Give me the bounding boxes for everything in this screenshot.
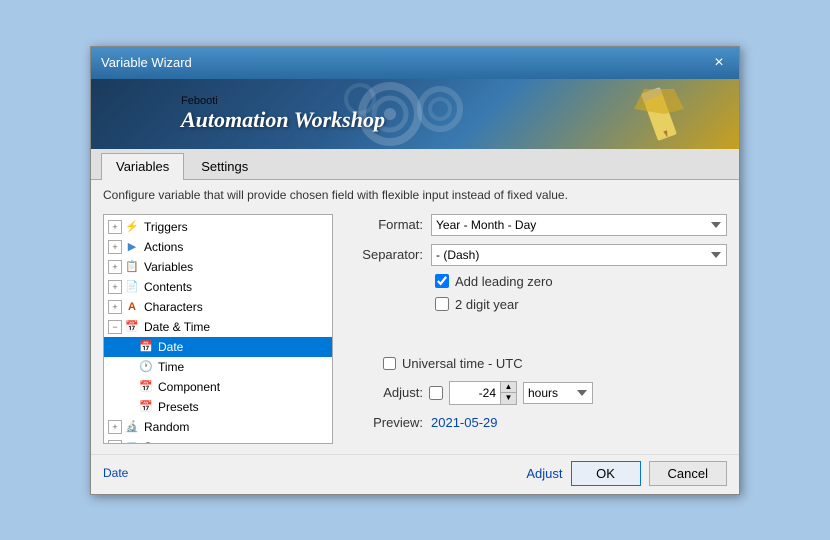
tree-item-presets[interactable]: 📅 Presets	[104, 397, 332, 417]
separator-label: Separator:	[343, 247, 423, 262]
tree-label-random: Random	[144, 420, 189, 434]
expand-presets	[122, 400, 136, 414]
preview-value: 2021-05-29	[431, 415, 498, 430]
expand-contents[interactable]: +	[108, 280, 122, 294]
tab-variables[interactable]: Variables	[101, 153, 184, 180]
title-bar: Variable Wizard ×	[91, 47, 739, 79]
universal-time-label[interactable]: Universal time - UTC	[402, 356, 523, 371]
tree-item-random[interactable]: + 🔬 Random	[104, 417, 332, 437]
cancel-button[interactable]: Cancel	[649, 461, 727, 486]
adjust-row: Adjust: ▲ ▼ hours minutes seconds	[343, 381, 727, 405]
description-text: Configure variable that will provide cho…	[91, 180, 739, 208]
dialog-title: Variable Wizard	[101, 55, 192, 70]
expand-date	[122, 340, 136, 354]
tree-label-triggers: Triggers	[144, 220, 188, 234]
tree-label-actions: Actions	[144, 240, 183, 254]
tree-label-characters: Characters	[144, 300, 203, 314]
two-digit-year-row: 2 digit year	[343, 297, 727, 312]
random-icon: 🔬	[124, 419, 140, 435]
variables-icon: 📋	[124, 259, 140, 275]
spinner-up-button[interactable]: ▲	[500, 382, 516, 393]
expand-system[interactable]: +	[108, 440, 122, 443]
adjust-spinner: ▲ ▼	[449, 381, 517, 405]
tree-item-contents[interactable]: + 📄 Contents	[104, 277, 332, 297]
bottom-left-label: Date	[103, 466, 128, 480]
tree-item-time[interactable]: 🕐 Time	[104, 357, 332, 377]
variable-wizard-dialog: Variable Wizard × Febooti Automation Wor…	[90, 46, 740, 495]
tabs-bar: Variables Settings	[91, 149, 739, 180]
add-leading-zero-label[interactable]: Add leading zero	[455, 274, 553, 289]
content-area: + ⚡ Triggers + ▶ Actions + 📋 Variables +…	[91, 208, 739, 450]
expand-random[interactable]: +	[108, 420, 122, 434]
tree-panel[interactable]: + ⚡ Triggers + ▶ Actions + 📋 Variables +…	[103, 214, 333, 444]
add-leading-zero-checkbox[interactable]	[435, 274, 449, 288]
universal-time-row: Universal time - UTC	[343, 356, 727, 371]
date-icon: 📅	[138, 339, 154, 355]
tree-label-system: System	[144, 440, 184, 443]
banner: Febooti Automation Workshop	[91, 79, 739, 149]
expand-time	[122, 360, 136, 374]
tree-label-variables: Variables	[144, 260, 193, 274]
add-leading-zero-row: Add leading zero	[343, 274, 727, 289]
brand-name: Febooti	[181, 95, 385, 107]
tree-scroll[interactable]: + ⚡ Triggers + ▶ Actions + 📋 Variables +…	[104, 215, 332, 443]
tree-item-date[interactable]: 📅 Date	[104, 337, 332, 357]
spinner-buttons: ▲ ▼	[500, 382, 516, 404]
expand-datetime[interactable]: −	[108, 320, 122, 334]
contents-icon: 📄	[124, 279, 140, 295]
tree-item-characters[interactable]: + A Characters	[104, 297, 332, 317]
datetime-icon: 📅	[124, 319, 140, 335]
banner-title: Automation Workshop	[181, 107, 385, 132]
expand-variables[interactable]: +	[108, 260, 122, 274]
tree-item-datetime[interactable]: − 📅 Date & Time	[104, 317, 332, 337]
bottom-right-actions: Adjust OK Cancel	[526, 461, 727, 486]
spacer	[343, 320, 727, 350]
format-label: Format:	[343, 217, 423, 232]
system-icon: 💻	[124, 439, 140, 443]
hours-select[interactable]: hours minutes seconds	[523, 382, 593, 404]
format-row: Format: Year - Month - Day Day - Month -…	[343, 214, 727, 236]
tree-item-system[interactable]: + 💻 System	[104, 437, 332, 443]
universal-time-checkbox[interactable]	[383, 357, 396, 370]
triggers-icon: ⚡	[124, 219, 140, 235]
tree-label-datetime: Date & Time	[144, 320, 210, 334]
expand-triggers[interactable]: +	[108, 220, 122, 234]
tree-label-presets: Presets	[158, 400, 199, 414]
format-select[interactable]: Year - Month - Day Day - Month - Year Mo…	[431, 214, 727, 236]
expand-actions[interactable]: +	[108, 240, 122, 254]
bottom-bar: Date Adjust OK Cancel	[91, 454, 739, 494]
adjust-enable-checkbox[interactable]	[429, 386, 443, 400]
time-icon: 🕐	[138, 359, 154, 375]
component-icon: 📅	[138, 379, 154, 395]
tree-label-time: Time	[158, 360, 184, 374]
adjust-label: Adjust:	[343, 385, 423, 400]
characters-icon: A	[124, 299, 140, 315]
ok-button[interactable]: OK	[571, 461, 641, 486]
tree-item-component[interactable]: 📅 Component	[104, 377, 332, 397]
adjust-link[interactable]: Adjust	[526, 466, 562, 481]
close-button[interactable]: ×	[709, 53, 729, 73]
preview-row: Preview: 2021-05-29	[343, 415, 727, 430]
expand-characters[interactable]: +	[108, 300, 122, 314]
two-digit-year-checkbox[interactable]	[435, 297, 449, 311]
spinner-down-button[interactable]: ▼	[500, 393, 516, 404]
two-digit-year-label[interactable]: 2 digit year	[455, 297, 519, 312]
tree-item-triggers[interactable]: + ⚡ Triggers	[104, 217, 332, 237]
actions-icon: ▶	[124, 239, 140, 255]
separator-select[interactable]: - (Dash) / (Slash) . (Dot)	[431, 244, 727, 266]
settings-panel: Format: Year - Month - Day Day - Month -…	[343, 214, 727, 444]
expand-component	[122, 380, 136, 394]
preview-label: Preview:	[343, 415, 423, 430]
presets-icon: 📅	[138, 399, 154, 415]
tree-item-actions[interactable]: + ▶ Actions	[104, 237, 332, 257]
tree-label-component: Component	[158, 380, 220, 394]
separator-row: Separator: - (Dash) / (Slash) . (Dot)	[343, 244, 727, 266]
banner-pencil-graphic	[619, 84, 699, 144]
tab-settings[interactable]: Settings	[186, 153, 263, 179]
tree-label-contents: Contents	[144, 280, 192, 294]
tree-item-variables[interactable]: + 📋 Variables	[104, 257, 332, 277]
adjust-value-input[interactable]	[450, 382, 500, 404]
tree-label-date: Date	[158, 340, 183, 354]
